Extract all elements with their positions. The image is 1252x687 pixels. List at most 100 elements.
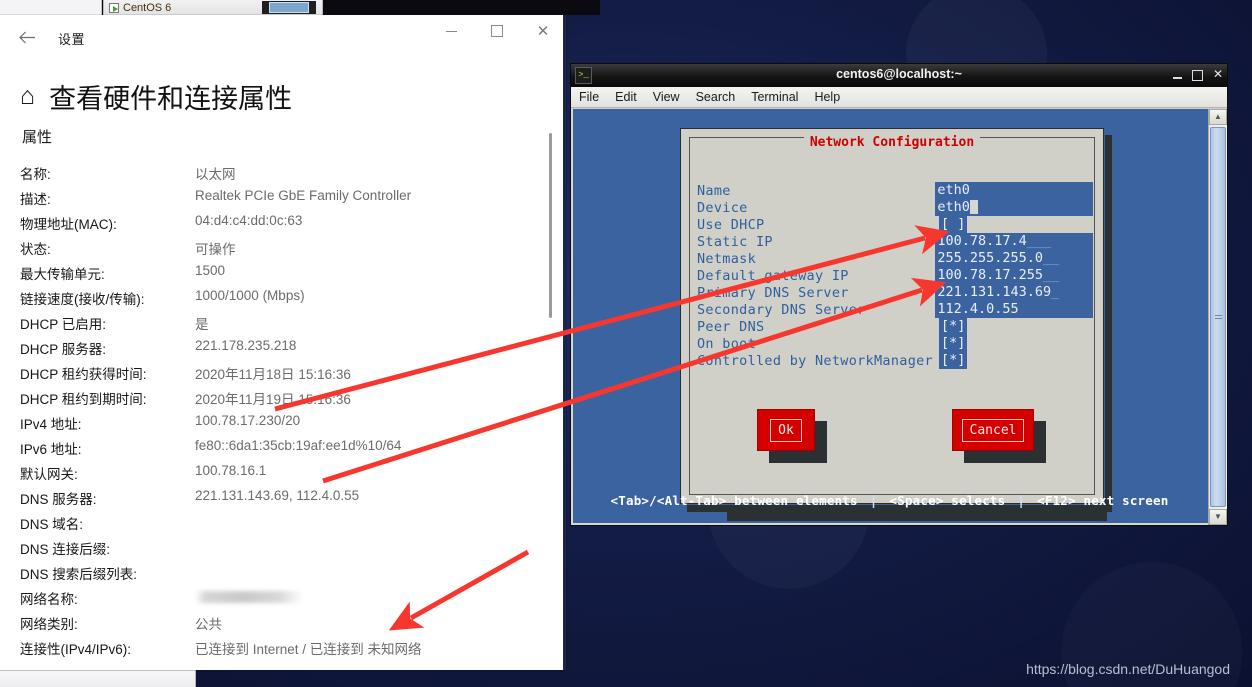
terminal-close-button[interactable]: ✕ [1213, 66, 1223, 82]
dialog-field-value: 221.131.143.69 [937, 284, 1052, 300]
property-row: 默认网关: 100.78.16.1 [20, 463, 566, 488]
property-label: 链接速度(接收/传输): [20, 292, 145, 307]
property-value: Realtek PCIe GbE Family Controller [195, 188, 412, 203]
menu-item-terminal[interactable]: Terminal [751, 90, 798, 104]
property-label: 名称: [20, 167, 51, 182]
property-value: 可操作 [195, 242, 236, 257]
dialog-field-input[interactable]: eth0 [935, 199, 1093, 216]
scroll-up-arrow-icon[interactable]: ▲ [1209, 109, 1227, 125]
dialog-field-list: Name eth0 Device eth0 Use DHCP [ ] Static IP 10… [697, 182, 1093, 369]
dialog-field-label: Device [697, 199, 748, 216]
minimize-button[interactable] [428, 15, 474, 47]
property-row: 物理地址(MAC): 04:d4:c4:dd:0c:63 [20, 213, 566, 238]
taskbar-window-thumb[interactable] [262, 1, 316, 14]
dialog-field-label: Name [697, 182, 731, 199]
dialog-field-row: Secondary DNS Server 112.4.0.55 [697, 301, 1093, 318]
scroll-down-arrow-icon[interactable]: ▼ [1209, 509, 1227, 525]
property-row: DNS 连接后缀: [20, 538, 566, 563]
scrollbar-thumb[interactable] [1210, 127, 1226, 507]
settings-window-title: 设置 [58, 32, 86, 47]
property-value: 100.78.17.230/20 [195, 413, 301, 428]
terminal-scrollbar[interactable]: ▲ ▼ [1208, 109, 1227, 525]
dialog-field-input[interactable]: 112.4.0.55 [935, 301, 1093, 318]
hint-tab: <Tab>/<Alt-Tab> between elements [610, 492, 858, 508]
dialog-field-row: Name eth0 [697, 182, 1093, 199]
property-value: 是 [195, 317, 209, 332]
close-button[interactable]: ✕ [520, 15, 566, 47]
menu-item-file[interactable]: File [579, 90, 599, 104]
back-arrow-icon[interactable] [10, 21, 44, 53]
property-value: 221.178.235.218 [195, 338, 297, 353]
section-subtitle: 属性 [22, 129, 53, 146]
ok-button-label: Ok [770, 418, 802, 442]
left-panel-bottom-strip [0, 670, 196, 687]
dialog-field-label: Static IP [697, 233, 773, 250]
dialog-field-fill: _ [1051, 284, 1060, 300]
terminal-minimize-button[interactable] [1173, 69, 1182, 79]
hint-f12: <F12> next screen [1037, 492, 1169, 508]
maximize-button[interactable] [474, 15, 520, 47]
menu-item-view[interactable]: View [653, 90, 680, 104]
dialog-field-row: Controlled by NetworkManager [*] [697, 352, 1093, 369]
dialog-field-input[interactable]: 255.255.255.0__ [935, 250, 1093, 267]
dialog-field-value: eth0 [937, 199, 970, 215]
cancel-button[interactable]: Cancel [952, 409, 1034, 451]
ok-button[interactable]: Ok [757, 409, 815, 451]
dialog-field-row: Netmask 255.255.255.0__ [697, 250, 1093, 267]
dialog-field-input[interactable]: 100.78.17.255__ [935, 267, 1093, 284]
property-row: DHCP 租约到期时间: 2020年11月19日 15:16:36 [20, 388, 566, 413]
settings-content: ⌂ 查看硬件和连接属性 属性 名称: 以太网 描述: Realtek PCIe GbE… [0, 77, 566, 663]
settings-right-edge [563, 15, 566, 670]
property-value: 2020年11月19日 15:16:36 [195, 392, 351, 407]
terminal-body[interactable]: Network Configuration Name eth0 Device eth0… [571, 109, 1227, 525]
terminal-menubar: File Edit View Search Terminal Help [571, 87, 1227, 108]
dialog-field-input[interactable]: eth0 [935, 182, 1093, 199]
menu-item-edit[interactable]: Edit [615, 90, 637, 104]
dialog-field-input[interactable]: 100.78.17.4___ [935, 233, 1093, 250]
scrollbar-grip-icon [1215, 315, 1222, 320]
property-label: 状态: [20, 242, 51, 257]
home-icon[interactable]: ⌂ [20, 84, 35, 109]
centos-vm-icon [109, 2, 119, 13]
dialog-field-checkbox[interactable]: [ ] [939, 216, 967, 233]
property-label: 连接性(IPv4/IPv6): [20, 642, 132, 657]
dialog-field-checkbox[interactable]: [*] [939, 335, 967, 352]
dialog-field-row: Use DHCP [ ] [697, 216, 1093, 233]
page-title: 查看硬件和连接属性 [49, 84, 293, 114]
text-cursor [969, 200, 978, 214]
property-row: DNS 服务器: 221.131.143.69, 112.4.0.55 [20, 488, 566, 513]
settings-caption-buttons: ✕ [428, 15, 566, 51]
property-value: 100.78.16.1 [195, 463, 267, 478]
property-label: DNS 域名: [20, 517, 84, 532]
property-label: DHCP 租约到期时间: [20, 392, 147, 407]
property-label: DNS 搜索后缀列表: [20, 567, 138, 582]
terminal-caption-buttons: ✕ [1173, 66, 1223, 82]
property-label: IPv6 地址: [20, 442, 82, 457]
dialog-field-label: Peer DNS [697, 318, 765, 335]
menu-item-help[interactable]: Help [814, 90, 840, 104]
property-value-redacted [195, 591, 303, 603]
property-label: 默认网关: [20, 467, 78, 482]
taskbar-item-label: CentOS 6 [123, 1, 172, 14]
page-header: ⌂ 查看硬件和连接属性 [20, 77, 566, 116]
dialog-field-checkbox[interactable]: [*] [939, 318, 967, 335]
dialog-field-input[interactable]: 221.131.143.69_ [935, 284, 1093, 301]
menu-item-search[interactable]: Search [696, 90, 736, 104]
property-row: 描述: Realtek PCIe GbE Family Controller [20, 188, 566, 213]
hint-separator-2: | [1017, 492, 1026, 508]
settings-scrollbar[interactable] [549, 133, 552, 318]
dialog-buttons: Ok Cancel [681, 397, 1103, 467]
dialog-shadow-right [1105, 135, 1112, 511]
dialog-field-label: Default gateway IP [697, 267, 849, 284]
dialog-field-row: Device eth0 [697, 199, 1093, 216]
network-configuration-dialog: Network Configuration Name eth0 Device eth0… [680, 128, 1112, 521]
dialog-field-label: Use DHCP [697, 216, 765, 233]
property-label: 最大传输单元: [20, 267, 105, 282]
dialog-field-row: Static IP 100.78.17.4___ [697, 233, 1093, 250]
terminal-maximize-button[interactable] [1192, 67, 1203, 81]
property-row: 网络类别: 公共 [20, 613, 566, 638]
property-row: DHCP 服务器: 221.178.235.218 [20, 338, 566, 363]
property-label: DNS 连接后缀: [20, 542, 111, 557]
property-row: 状态: 可操作 [20, 238, 566, 263]
dialog-field-checkbox[interactable]: [*] [939, 352, 967, 369]
